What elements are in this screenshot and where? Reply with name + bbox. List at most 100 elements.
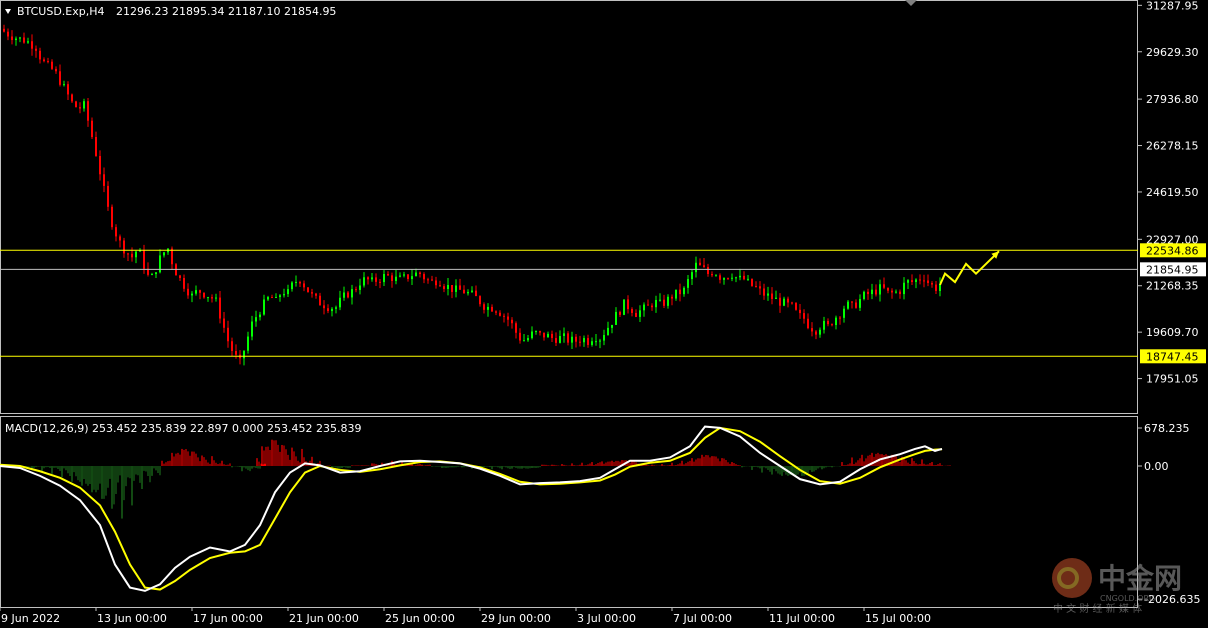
candle-body	[387, 274, 389, 276]
candle	[399, 272, 401, 278]
candle	[367, 276, 369, 285]
candle-body	[367, 277, 369, 280]
candle-body	[563, 333, 565, 337]
candle-body	[507, 316, 509, 320]
candle-body	[807, 318, 809, 329]
candle-body	[903, 282, 905, 295]
candle	[271, 294, 273, 299]
candle	[23, 32, 25, 44]
candle-body	[375, 277, 377, 282]
candle-body	[703, 265, 705, 268]
candle-body	[151, 274, 153, 276]
candle-body	[503, 315, 505, 317]
chart-shift-marker-icon[interactable]	[905, 0, 917, 6]
candle	[459, 278, 461, 290]
symbol-label: BTCUSD.Exp,H4	[17, 5, 105, 18]
candle-body	[175, 264, 177, 276]
candle	[707, 263, 709, 277]
candle	[243, 350, 245, 366]
candle	[847, 300, 849, 310]
candle-body	[251, 321, 253, 337]
candle	[839, 315, 841, 325]
candle-body	[887, 287, 889, 291]
candle-body	[667, 296, 669, 306]
candle	[463, 285, 465, 294]
candle	[207, 296, 209, 302]
candle-body	[795, 303, 797, 310]
candle	[315, 292, 317, 299]
candle	[499, 310, 501, 317]
macd-label: MACD(12,26,9) 253.452 235.839 22.897 0.0…	[5, 422, 361, 435]
candle	[467, 289, 469, 296]
candle	[923, 274, 925, 288]
candle-body	[863, 291, 865, 299]
candle	[7, 28, 9, 41]
candle-body	[263, 299, 265, 315]
candle	[711, 271, 713, 278]
candle	[75, 100, 77, 108]
candle	[363, 272, 365, 288]
candle	[539, 330, 541, 336]
macd-plot	[0, 425, 951, 592]
candle	[83, 98, 85, 112]
axes: 31287.95 29629.30 27936.80 26278.15 24619.50…	[0, 0, 1206, 625]
candle-body	[55, 68, 57, 72]
candle	[131, 247, 133, 262]
candle	[571, 331, 573, 349]
candle	[871, 283, 873, 300]
candle	[283, 288, 285, 298]
candle	[55, 66, 57, 74]
candle	[51, 59, 53, 71]
watermark-tag: 中 文 财 经 新 媒 体	[1053, 602, 1142, 615]
candle	[115, 224, 117, 242]
candle-body	[227, 327, 229, 342]
candle-body	[743, 275, 745, 280]
candle	[887, 287, 889, 294]
candle-body	[103, 174, 105, 186]
candle	[431, 275, 433, 282]
candle-body	[299, 281, 301, 284]
candle	[507, 312, 509, 327]
candle-body	[691, 272, 693, 280]
candle-body	[23, 37, 25, 43]
candle-body	[783, 298, 785, 306]
candle-body	[715, 275, 717, 277]
candle-body	[575, 336, 577, 342]
candle-body	[171, 248, 173, 265]
candle-body	[195, 290, 197, 294]
candle-body	[475, 290, 477, 297]
candle	[771, 287, 773, 305]
candle	[123, 237, 125, 258]
candle-body	[211, 297, 213, 299]
candle-body	[595, 341, 597, 343]
candle-body	[95, 137, 97, 156]
candle-body	[671, 296, 673, 299]
candle	[567, 331, 569, 346]
candle-body	[155, 272, 157, 275]
candle	[231, 337, 233, 357]
dropdown-triangle-icon[interactable]	[5, 9, 11, 14]
candle	[307, 287, 309, 293]
candle-body	[191, 293, 193, 296]
candle-body	[763, 288, 765, 296]
candle	[579, 335, 581, 347]
x-tick-label: 7 Jul 00:00	[673, 612, 732, 625]
y-tick-label: 29629.30	[1146, 46, 1199, 59]
candle-body	[747, 278, 749, 280]
candle	[439, 280, 441, 287]
candle-body	[79, 107, 81, 109]
candle	[15, 36, 17, 46]
candle	[279, 293, 281, 302]
candle-body	[427, 279, 429, 281]
candle	[151, 272, 153, 276]
projection-zigzag[interactable]	[939, 250, 1000, 286]
y-tick-label: 27936.80	[1146, 93, 1199, 106]
candle-body	[267, 297, 269, 300]
candle	[527, 335, 529, 342]
y-tick-label: 24619.50	[1146, 186, 1199, 199]
candle	[603, 329, 605, 346]
candle-body	[359, 285, 361, 290]
candle-body	[283, 294, 285, 296]
candle	[563, 327, 565, 343]
candle	[251, 315, 253, 341]
